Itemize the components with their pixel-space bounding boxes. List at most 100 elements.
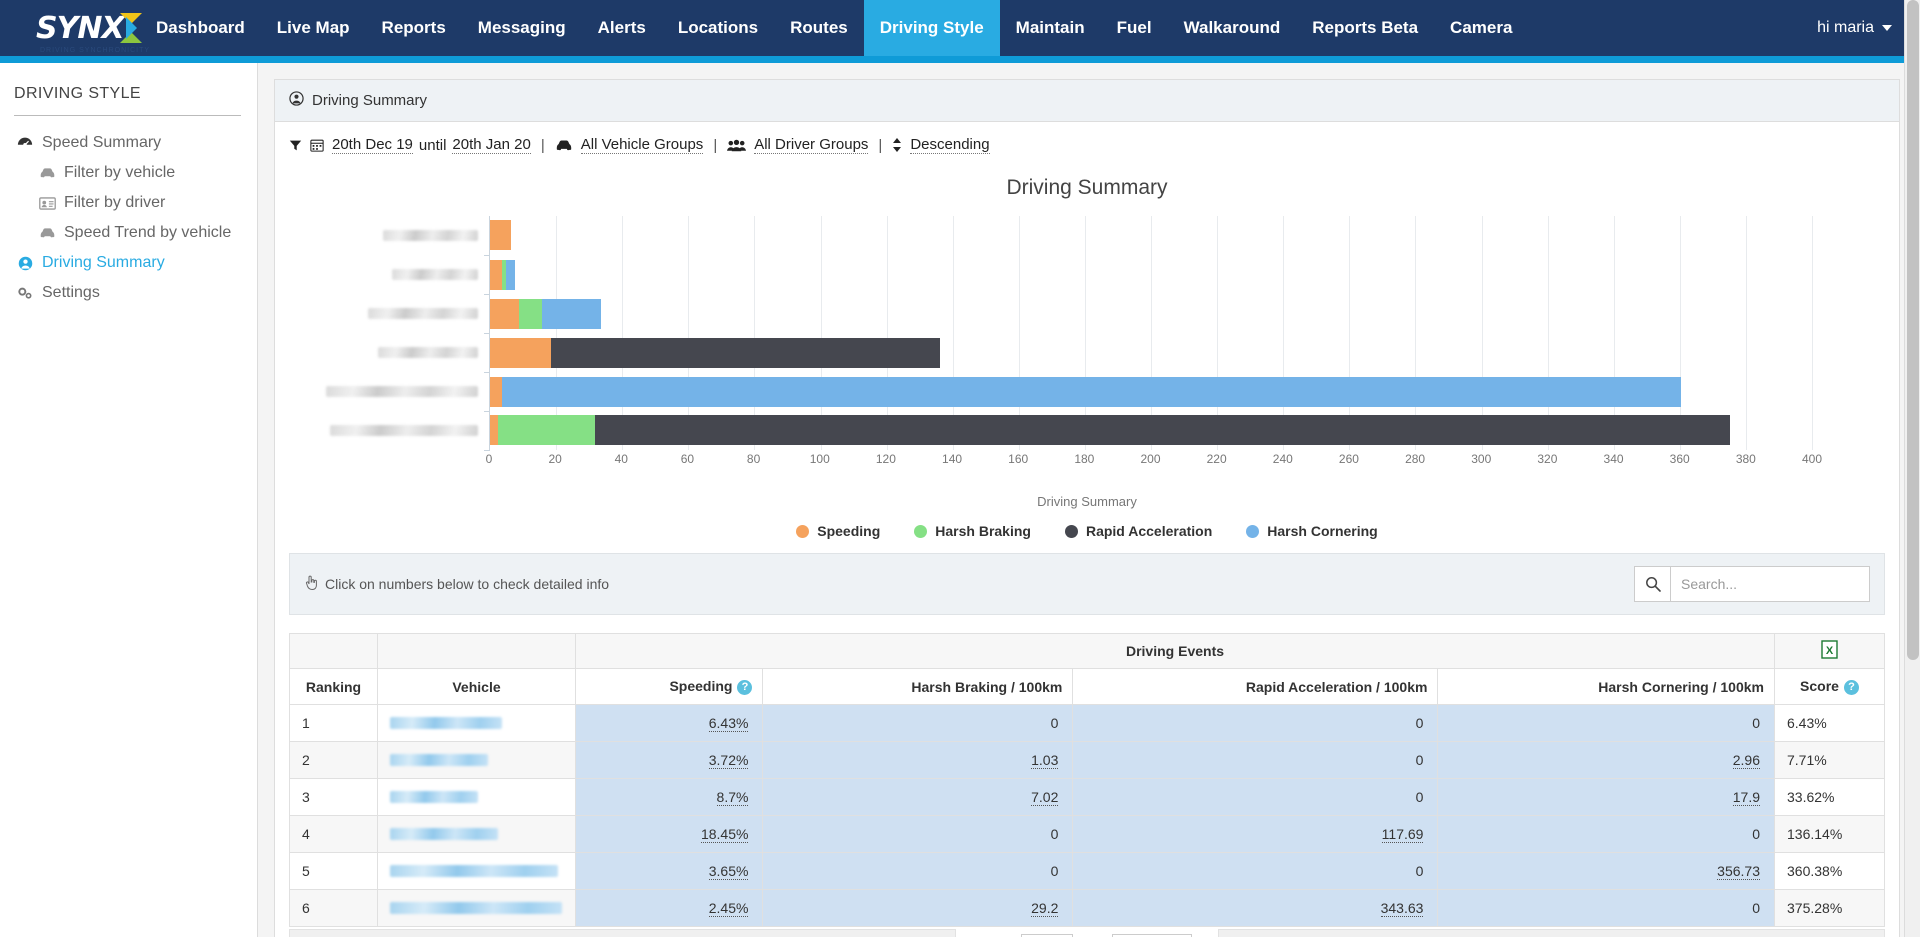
cell-speeding-link[interactable]: 8.7% [716, 789, 749, 806]
cell-harsh-cornering-link[interactable]: 2.96 [1732, 752, 1760, 769]
cell-speeding-link[interactable]: 18.45% [700, 826, 749, 843]
filter-funnel-icon[interactable] [289, 139, 302, 152]
table-header-vehicle[interactable]: Vehicle [377, 668, 576, 705]
chart-bar-stack[interactable] [490, 337, 1812, 368]
search-icon[interactable] [1634, 566, 1670, 602]
nav-item-reports[interactable]: Reports [366, 0, 462, 56]
legend-item-harsh-cornering[interactable]: Harsh Cornering [1246, 523, 1378, 539]
nav-item-messaging[interactable]: Messaging [462, 0, 582, 56]
nav-item-maintain[interactable]: Maintain [1000, 0, 1101, 56]
cell-speeding-link[interactable]: 2.45% [708, 900, 749, 917]
chart-bar-stack[interactable] [490, 298, 1812, 329]
nav-item-dashboard[interactable]: Dashboard [140, 0, 261, 56]
legend-item-harsh-braking[interactable]: Harsh Braking [914, 523, 1031, 539]
date-from-filter[interactable]: 20th Dec 19 [332, 136, 413, 154]
bar-segment-rapid-acceleration[interactable] [550, 337, 940, 368]
date-to-filter[interactable]: 20th Jan 20 [452, 136, 531, 154]
cell-harsh-braking: 29.2 [762, 889, 1074, 927]
cell-harsh-cornering-link[interactable]: 356.73 [1717, 863, 1760, 880]
cell-vehicle [377, 778, 576, 816]
chart-bar-stack[interactable] [490, 376, 1812, 407]
sidebar-item-settings[interactable]: Settings [14, 278, 257, 308]
export-excel-button[interactable]: X [1774, 633, 1885, 669]
bar-segment-speeding[interactable] [490, 298, 519, 329]
nav-item-driving-style[interactable]: Driving Style [863, 0, 1000, 56]
nav-item-reports-beta[interactable]: Reports Beta [1296, 0, 1434, 56]
table-header-score[interactable]: Score? [1774, 668, 1885, 705]
bar-segment-rapid-acceleration[interactable] [594, 415, 1731, 446]
synx-logo[interactable]: SYNX DRIVING SYNCHRONICITY [0, 0, 149, 56]
bar-segment-speeding[interactable] [490, 337, 551, 368]
cell-rapid-acceleration-link[interactable]: 343.63 [1380, 900, 1424, 917]
sidebar-item-driving-summary[interactable]: Driving Summary [14, 248, 257, 278]
cell-score: 360.38% [1774, 852, 1885, 890]
bar-segment-speeding[interactable] [490, 415, 499, 446]
cell-vehicle [377, 815, 576, 853]
bar-segment-harsh-cornering[interactable] [541, 298, 602, 329]
bar-segment-harsh-braking[interactable] [498, 415, 595, 446]
nav-item-alerts[interactable]: Alerts [582, 0, 662, 56]
chart-bar-stack[interactable] [490, 415, 1812, 446]
page-scrollbar[interactable] [1904, 0, 1920, 937]
nav-item-live-map[interactable]: Live Map [261, 0, 366, 56]
cell-speeding-link[interactable]: 6.43% [708, 715, 749, 732]
driver-groups-filter[interactable]: All Driver Groups [754, 136, 869, 154]
bar-segment-speeding[interactable] [490, 376, 503, 407]
driving-events-table: Driving Events X Ranking Vehicle Speeding?… [289, 633, 1885, 927]
cell-rapid-acceleration-link[interactable]: 117.69 [1381, 826, 1424, 843]
nav-item-camera[interactable]: Camera [1434, 0, 1528, 56]
nav-item-fuel[interactable]: Fuel [1101, 0, 1168, 56]
legend-color-dot [914, 524, 928, 538]
calendar-icon[interactable] [310, 138, 324, 152]
vehicle-groups-filter[interactable]: All Vehicle Groups [580, 136, 704, 154]
previous-page-button[interactable]: Previous [289, 929, 956, 937]
sidebar-item-filter-by-vehicle[interactable]: Filter by vehicle [14, 158, 257, 188]
sidebar-item-speed-summary[interactable]: Speed Summary [14, 128, 257, 158]
chart-bar-stack[interactable] [490, 220, 1812, 251]
next-page-button[interactable]: Next [1218, 929, 1886, 937]
cell-harsh-braking-link[interactable]: 1.03 [1031, 752, 1059, 769]
table-header-rapid-acceleration-100km[interactable]: Rapid Acceleration / 100km [1072, 668, 1439, 705]
cell-harsh-cornering: 356.73 [1437, 852, 1775, 890]
sort-order-filter[interactable]: Descending [910, 136, 990, 154]
cell-harsh-braking-link[interactable]: 7.02 [1031, 789, 1059, 806]
cell-rapid-acceleration: 0 [1072, 778, 1439, 816]
bar-segment-speeding[interactable] [490, 220, 512, 251]
cell-speeding-link[interactable]: 3.72% [708, 752, 749, 769]
nav-item-walkaround[interactable]: Walkaround [1168, 0, 1297, 56]
logo-mark-icon [119, 13, 142, 43]
chart-bar-stack[interactable] [490, 259, 1812, 290]
legend-item-speeding[interactable]: Speeding [796, 523, 880, 539]
sidebar-item-speed-trend-by-vehicle[interactable]: Speed Trend by vehicle [14, 218, 257, 248]
user-menu-label: hi maria [1817, 19, 1874, 36]
sidebar-item-label: Driving Summary [42, 254, 165, 271]
nav-item-routes[interactable]: Routes [774, 0, 864, 56]
table-header-ranking[interactable]: Ranking [289, 668, 378, 705]
bar-segment-speeding[interactable] [490, 259, 503, 290]
table-header-speeding[interactable]: Speeding? [574, 668, 764, 705]
bar-segment-harsh-cornering[interactable] [502, 376, 1682, 407]
sort-icon[interactable] [892, 138, 902, 152]
help-question-icon[interactable]: ? [737, 680, 753, 695]
cell-score: 33.62% [1774, 778, 1885, 816]
cell-speeding: 6.43% [574, 704, 764, 742]
help-question-icon[interactable]: ? [1843, 680, 1859, 695]
until-label: until [418, 136, 447, 154]
table-header-harsh-cornering-100km[interactable]: Harsh Cornering / 100km [1437, 668, 1775, 705]
search-input[interactable] [1670, 566, 1870, 602]
bar-segment-harsh-cornering[interactable] [505, 259, 516, 290]
table-header-harsh-braking-100km[interactable]: Harsh Braking / 100km [762, 668, 1074, 705]
y-axis-tick [484, 254, 490, 256]
sidebar-item-filter-by-driver[interactable]: Filter by driver [14, 188, 257, 218]
legend-item-rapid-acceleration[interactable]: Rapid Acceleration [1064, 523, 1212, 539]
x-axis-tick-label: 260 [1338, 452, 1359, 466]
cell-harsh-braking-link[interactable]: 29.2 [1031, 900, 1059, 917]
nav-item-locations[interactable]: Locations [662, 0, 774, 56]
panel-header-title: Driving Summary [312, 92, 428, 109]
scrollbar-thumb[interactable] [1907, 0, 1919, 660]
cell-speeding-link[interactable]: 3.65% [708, 863, 749, 880]
group-header-blank-vehicle [377, 633, 576, 669]
table-row: 1 6.43% 0 0 0 6.43% [289, 704, 1885, 742]
cell-harsh-cornering-link[interactable]: 17.9 [1732, 789, 1760, 806]
bar-segment-harsh-braking[interactable] [518, 298, 542, 329]
